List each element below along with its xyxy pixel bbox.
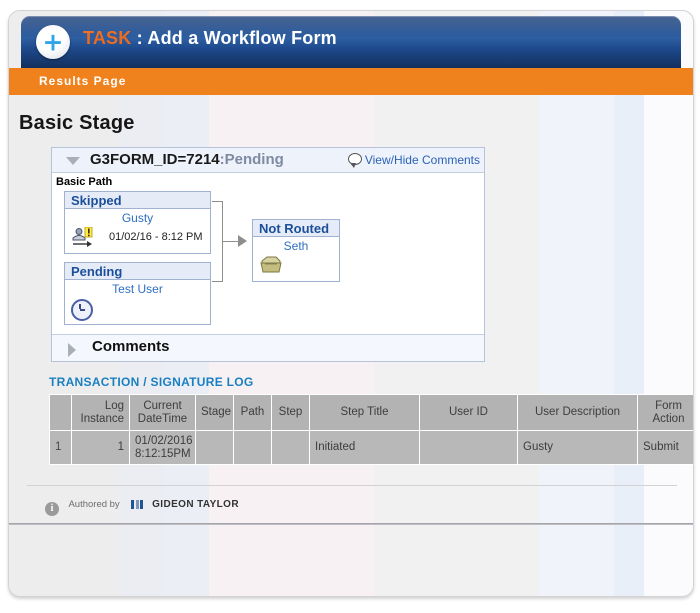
cell-current-datetime: 01/02/2016 8:12:15PM [129, 430, 196, 465]
col-stage: Stage [195, 394, 234, 431]
node-user-skipped: Gusty [121, 211, 154, 225]
triangle-right-icon[interactable] [68, 343, 76, 357]
cell-path [233, 430, 272, 465]
node-datetime-skipped: 01/02/16 - 8:12 PM [109, 231, 203, 243]
page-title: TASK : Add a Workflow Form [83, 28, 337, 49]
workflow-node-skipped[interactable]: Skipped Gusty 01/02/16 - 8:12 PM [64, 191, 211, 254]
plus-icon: + [36, 25, 70, 59]
cell-step-title: Initiated [309, 430, 420, 465]
node-footer-skipped: 01/02/16 - 8:12 PM [65, 225, 210, 253]
results-page-bar: Results Page [9, 68, 693, 95]
cell-form-action: Submit [637, 430, 693, 465]
workflow-panel: G3FORM_ID=7214:Pending View/Hide Comment… [51, 147, 485, 362]
col-current-datetime: Current DateTime [129, 394, 196, 431]
window-title-bar: + TASK : Add a Workflow Form [21, 16, 681, 68]
results-page-label: Results Page [39, 74, 127, 88]
company-name: GIDEON TAYLOR [152, 499, 239, 510]
cell-user-id [419, 430, 518, 465]
stage-title: Basic Stage [19, 112, 135, 134]
node-footer-pending [65, 296, 210, 324]
path-label: Basic Path [56, 176, 113, 188]
triangle-down-icon[interactable] [66, 157, 80, 165]
inbox-tray-icon [259, 256, 283, 275]
workflow-form-id: G3FORM_ID=7214:Pending [90, 151, 284, 168]
title-main: Add a Workflow Form [147, 28, 337, 48]
view-hide-comments-link[interactable]: View/Hide Comments [347, 153, 480, 168]
authored-by-label: Authored by [68, 499, 120, 510]
col-rowindex [49, 394, 72, 431]
transaction-log-table: Log Instance Current DateTime Stage Path… [49, 394, 693, 465]
title-separator: : [131, 28, 148, 48]
node-user-pending: Test User [112, 282, 163, 296]
node-status-not-routed: Not Routed [253, 220, 339, 237]
table-row[interactable]: 1 1 01/02/2016 8:12:15PM Initiated Gusty… [49, 430, 693, 465]
node-footer-not-routed [253, 253, 339, 281]
cell-stage [195, 430, 234, 465]
footer-divider [27, 485, 677, 486]
cell-step [271, 430, 310, 465]
form-id-value: G3FORM_ID=7214 [90, 151, 220, 168]
node-user-not-routed: Seth [283, 239, 309, 253]
title-keyword: TASK [83, 28, 132, 48]
connector-horizontal [222, 241, 239, 242]
transaction-log-title: TRANSACTION / SIGNATURE LOG [49, 375, 254, 389]
user-skip-icon [71, 226, 97, 247]
footer: i Authored by GIDEON TAYLOR [45, 495, 239, 516]
cell-log-instance: 1 [71, 430, 130, 465]
workflow-comments-toggle[interactable]: Comments [52, 334, 484, 361]
node-status-skipped: Skipped [65, 192, 210, 209]
workflow-node-not-routed[interactable]: Not Routed Seth [252, 219, 340, 282]
cell-rowindex: 1 [49, 430, 72, 465]
page-shell: + TASK : Add a Workflow Form Results Pag… [8, 10, 694, 597]
comments-label: Comments [92, 338, 170, 355]
table-header-row: Log Instance Current DateTime Stage Path… [49, 394, 693, 431]
col-log-instance: Log Instance [71, 394, 130, 431]
col-user-description: User Description [517, 394, 638, 431]
workflow-header[interactable]: G3FORM_ID=7214:Pending View/Hide Comment… [52, 148, 484, 173]
node-status-pending: Pending [65, 263, 210, 280]
footer-bottom-line [9, 523, 693, 525]
speech-bubble-icon [347, 153, 362, 168]
cell-user-description: Gusty [517, 430, 638, 465]
form-state-value: :Pending [219, 151, 284, 168]
col-step: Step [271, 394, 310, 431]
col-step-title: Step Title [309, 394, 420, 431]
workflow-body: Basic Path Skipped Gusty 01/02/16 - 8:12… [52, 173, 484, 334]
clock-icon [71, 299, 93, 321]
col-form-action: Form Action [637, 394, 693, 431]
col-path: Path [233, 394, 272, 431]
workflow-node-pending[interactable]: Pending Test User [64, 262, 211, 325]
connector-stub-top [212, 201, 223, 202]
view-hide-comments-label: View/Hide Comments [364, 153, 480, 167]
info-icon: i [45, 502, 59, 516]
gideon-taylor-bars-icon [131, 495, 145, 513]
connector-arrowhead-icon [238, 235, 247, 247]
col-user-id: User ID [419, 394, 518, 431]
connector-stub-bottom [212, 281, 223, 282]
